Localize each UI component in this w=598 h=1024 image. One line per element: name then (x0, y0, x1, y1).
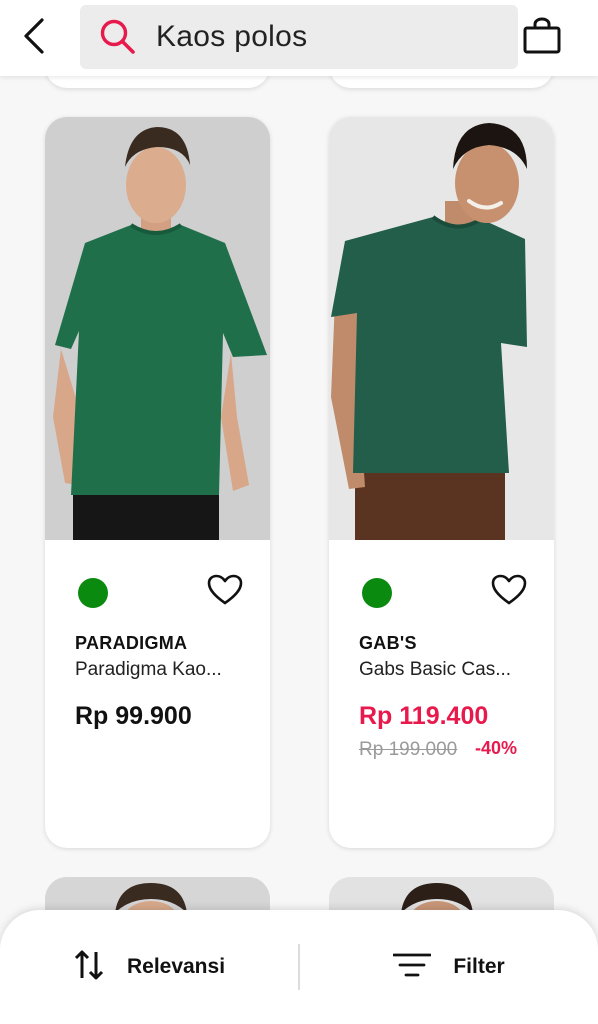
top-app-bar: Kaos polos (0, 0, 598, 76)
wishlist-button[interactable] (489, 573, 529, 611)
product-brand: PARADIGMA (75, 633, 188, 653)
discount-badge: -40% (475, 738, 518, 758)
search-query-text[interactable]: Kaos polos (156, 20, 307, 54)
product-name[interactable]: Gabs Basic Cas... (359, 659, 511, 681)
product-card[interactable]: GAB'S Gabs Basic Cas... Rp 119.400 Rp 19… (329, 117, 554, 848)
product-sale-price: Rp 119.400 (359, 702, 489, 730)
sort-arrows-icon (73, 949, 105, 986)
sort-button[interactable]: Relevansi (0, 910, 298, 1024)
shopping-bag-icon (522, 17, 562, 60)
back-button[interactable] (14, 16, 54, 60)
heart-outline-icon (207, 574, 243, 611)
product-original-price: Rp 199.000 (359, 739, 458, 760)
chevron-left-icon (23, 17, 45, 60)
product-image[interactable] (45, 117, 270, 540)
filter-label: Filter (453, 955, 505, 978)
filter-lines-icon (392, 952, 432, 983)
bottom-action-bar: Relevansi Filter (0, 910, 598, 1024)
product-name[interactable]: Paradigma Kao... (75, 659, 222, 681)
wishlist-button[interactable] (205, 573, 245, 611)
filter-button[interactable]: Filter (300, 910, 598, 1024)
color-swatch[interactable] (362, 578, 392, 608)
shopping-bag-button[interactable] (518, 14, 566, 62)
product-price: Rp 99.900 (75, 702, 192, 730)
color-swatch[interactable] (78, 578, 108, 608)
search-input[interactable]: Kaos polos (80, 5, 518, 69)
sort-label: Relevansi (126, 955, 226, 978)
search-icon (98, 17, 138, 57)
heart-outline-icon (491, 574, 527, 611)
product-brand: GAB'S (359, 633, 417, 653)
product-card[interactable]: PARADIGMA Paradigma Kao... Rp 99.900 (45, 117, 270, 848)
product-image[interactable] (329, 117, 554, 540)
